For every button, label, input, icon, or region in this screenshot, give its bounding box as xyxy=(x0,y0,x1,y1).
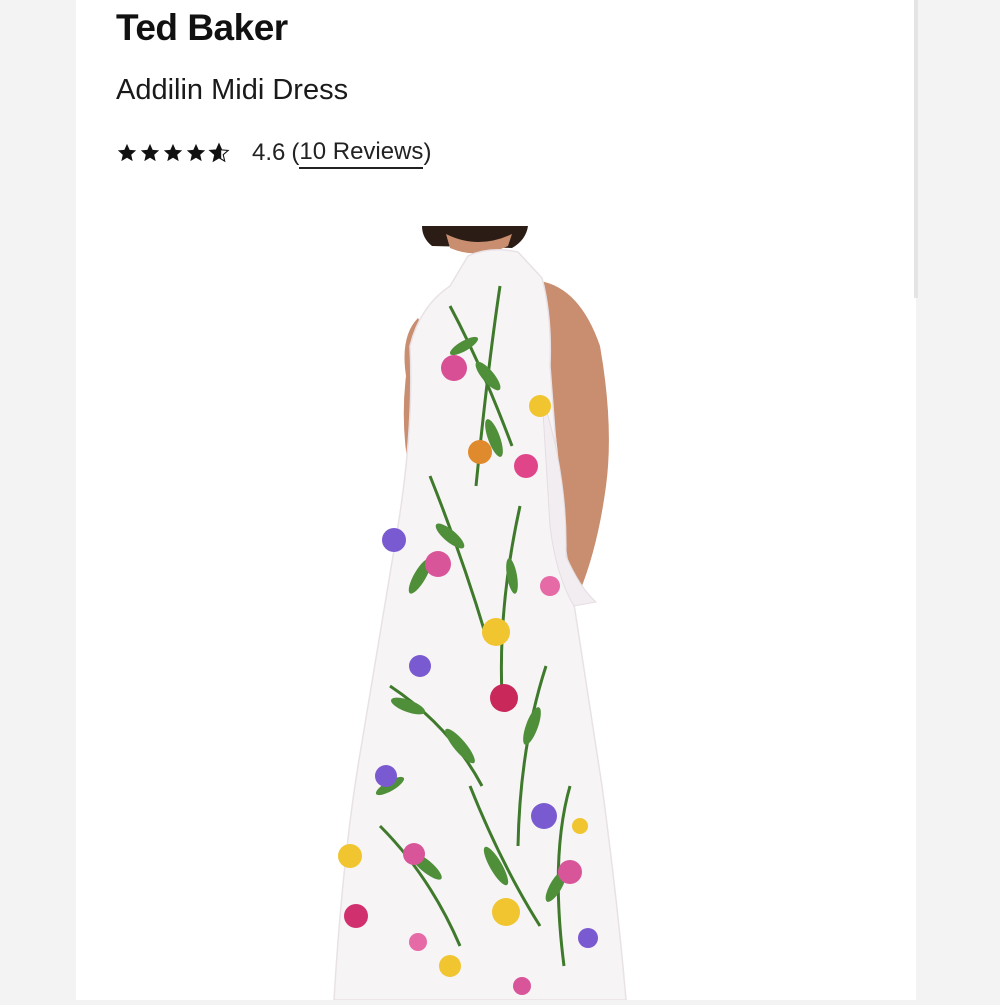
scrollbar[interactable] xyxy=(914,0,918,298)
star-rating xyxy=(116,142,230,164)
rating-row: 4.6 ( 10 Reviews ) xyxy=(116,136,431,170)
brand-name[interactable]: Ted Baker xyxy=(116,6,288,50)
reviews-link[interactable]: 10 Reviews xyxy=(299,138,424,169)
product-image[interactable] xyxy=(250,226,750,1001)
star-icon xyxy=(186,143,206,162)
open-paren: ( xyxy=(291,139,300,166)
product-title: Addilin Midi Dress xyxy=(116,74,349,106)
partial-star-icon xyxy=(208,142,230,163)
star-icon xyxy=(117,143,137,162)
rating-value: 4.6 xyxy=(252,139,286,166)
star-icon xyxy=(140,143,160,162)
star-icon xyxy=(163,143,183,162)
model-dress-illustration xyxy=(333,226,627,1001)
close-paren: ) xyxy=(423,139,432,166)
